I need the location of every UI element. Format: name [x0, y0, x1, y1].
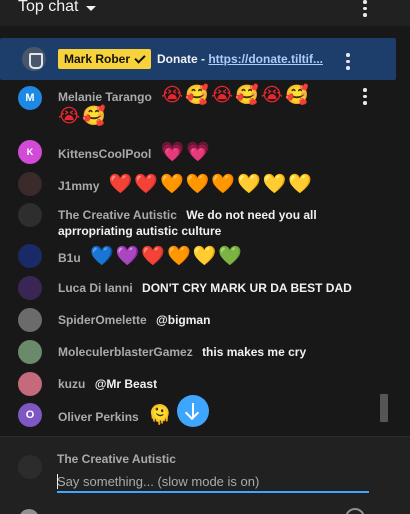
- donate-link[interactable]: https://donate.tiltif...: [208, 52, 323, 66]
- message-author[interactable]: SpiderOmelette: [58, 313, 147, 327]
- chat-message[interactable]: kuzu @Mr Beast: [18, 372, 378, 396]
- pinned-text-prefix: Donate -: [157, 52, 209, 66]
- chat-scrollbar[interactable]: [379, 26, 389, 436]
- message-line: KittensCoolPool 💗💗: [58, 141, 212, 163]
- message-author[interactable]: The Creative Autistic: [58, 208, 177, 222]
- owner-badge[interactable]: Mark Rober: [58, 49, 152, 69]
- message-author[interactable]: J1mmy: [58, 179, 99, 193]
- message-author[interactable]: MoleculerblasterGamez: [58, 345, 193, 359]
- chat-message[interactable]: SpiderOmelette @bigman: [18, 308, 378, 332]
- avatar: K: [18, 140, 42, 164]
- message-text: @Mr Beast: [94, 377, 158, 391]
- message-line: Oliver Perkins 🫠: [58, 404, 174, 426]
- message-author[interactable]: B1u: [58, 251, 81, 265]
- chat-message[interactable]: B1u 💙💜❤️🧡💛💚: [18, 244, 378, 268]
- send-progress-icon[interactable]: [345, 508, 365, 514]
- message-emojis: 💙💜❤️🧡💛💚: [90, 245, 244, 267]
- emoji-picker-icon[interactable]: [19, 509, 39, 514]
- avatar: [18, 276, 42, 300]
- message-line-2: aprropriating autistic culture: [58, 223, 221, 239]
- message-author[interactable]: Oliver Perkins: [58, 410, 139, 424]
- avatar: [18, 203, 42, 227]
- live-chat-panel: Top chat Mark Rober Donate - https://don…: [0, 0, 410, 514]
- message-line: MoleculerblasterGamez this makes me cry: [58, 344, 306, 360]
- chat-message[interactable]: J1mmy ❤️❤️🧡🧡🧡💛💛💛: [18, 172, 378, 196]
- chat-message[interactable]: M Melanie Tarango 😭🥰😭🥰😭🥰 😭🥰: [18, 86, 378, 134]
- message-text-2: aprropriating autistic culture: [58, 224, 222, 238]
- chat-message[interactable]: The Creative Autistic We do not need you…: [18, 203, 378, 239]
- pinned-message-text: Donate - https://donate.tiltif...: [157, 52, 323, 66]
- composer-author: The Creative Autistic: [57, 452, 176, 466]
- message-line: kuzu @Mr Beast: [58, 376, 157, 392]
- message-line: Luca Di Ianni DON'T CRY MARK UR DA BEST …: [58, 280, 352, 296]
- verified-check-icon: [134, 51, 146, 64]
- scroll-to-bottom-button[interactable]: [177, 395, 209, 427]
- message-line-2: 😭🥰: [58, 105, 108, 127]
- chat-message[interactable]: K KittensCoolPool 💗💗: [18, 140, 378, 164]
- message-line: Melanie Tarango 😭🥰😭🥰😭🥰: [58, 84, 311, 106]
- pinned-message-banner[interactable]: Mark Rober Donate - https://donate.tilti…: [0, 38, 396, 80]
- message-text: DON'T CRY MARK UR DA BEST DAD: [142, 281, 352, 295]
- avatar: [18, 308, 42, 332]
- avatar: M: [18, 86, 42, 110]
- message-author[interactable]: kuzu: [58, 377, 85, 391]
- avatar: [18, 244, 42, 268]
- message-emojis: ❤️❤️🧡🧡🧡💛💛💛: [108, 173, 314, 195]
- message-text: @bigman: [156, 313, 211, 327]
- message-line: The Creative Autistic We do not need you…: [58, 207, 317, 223]
- message-more-icon[interactable]: [360, 88, 370, 105]
- message-text: We do not need you all: [186, 208, 317, 222]
- chat-message-input[interactable]: [57, 471, 369, 493]
- chat-mode-label: Top chat: [18, 0, 79, 15]
- dropdown-caret-icon: [86, 5, 97, 11]
- message-text: this makes me cry: [202, 345, 307, 359]
- message-author[interactable]: Luca Di Ianni: [58, 281, 133, 295]
- current-user-avatar: [18, 455, 42, 479]
- chat-mode-selector[interactable]: Top chat: [18, 0, 97, 18]
- message-author[interactable]: KittensCoolPool: [58, 147, 151, 161]
- avatar: [18, 172, 42, 196]
- message-emojis: 😭🥰😭🥰😭🥰: [161, 84, 311, 106]
- avatar: [18, 372, 42, 396]
- message-author[interactable]: Melanie Tarango: [58, 90, 152, 104]
- channel-logo-icon: [22, 47, 46, 71]
- scrollbar-thumb[interactable]: [380, 394, 388, 422]
- chat-message[interactable]: MoleculerblasterGamez this makes me cry: [18, 340, 378, 364]
- message-emojis: 🫠: [148, 404, 174, 426]
- more-vert-icon[interactable]: [360, 0, 370, 17]
- pinned-author: Mark Rober: [64, 52, 131, 66]
- message-emojis: 💗💗: [160, 141, 212, 163]
- message-emojis-2: 😭🥰: [58, 105, 108, 127]
- chat-header: Top chat: [0, 0, 410, 26]
- message-line: B1u 💙💜❤️🧡💛💚: [58, 245, 244, 267]
- text-cursor: [57, 474, 58, 489]
- avatar: [18, 340, 42, 364]
- chat-message[interactable]: Luca Di Ianni DON'T CRY MARK UR DA BEST …: [18, 276, 378, 300]
- message-line: SpiderOmelette @bigman: [58, 312, 210, 328]
- pinned-more-icon[interactable]: [343, 53, 353, 70]
- message-line: J1mmy ❤️❤️🧡🧡🧡💛💛💛: [58, 173, 314, 195]
- avatar: O: [18, 403, 42, 427]
- message-composer: The Creative Autistic: [0, 436, 410, 514]
